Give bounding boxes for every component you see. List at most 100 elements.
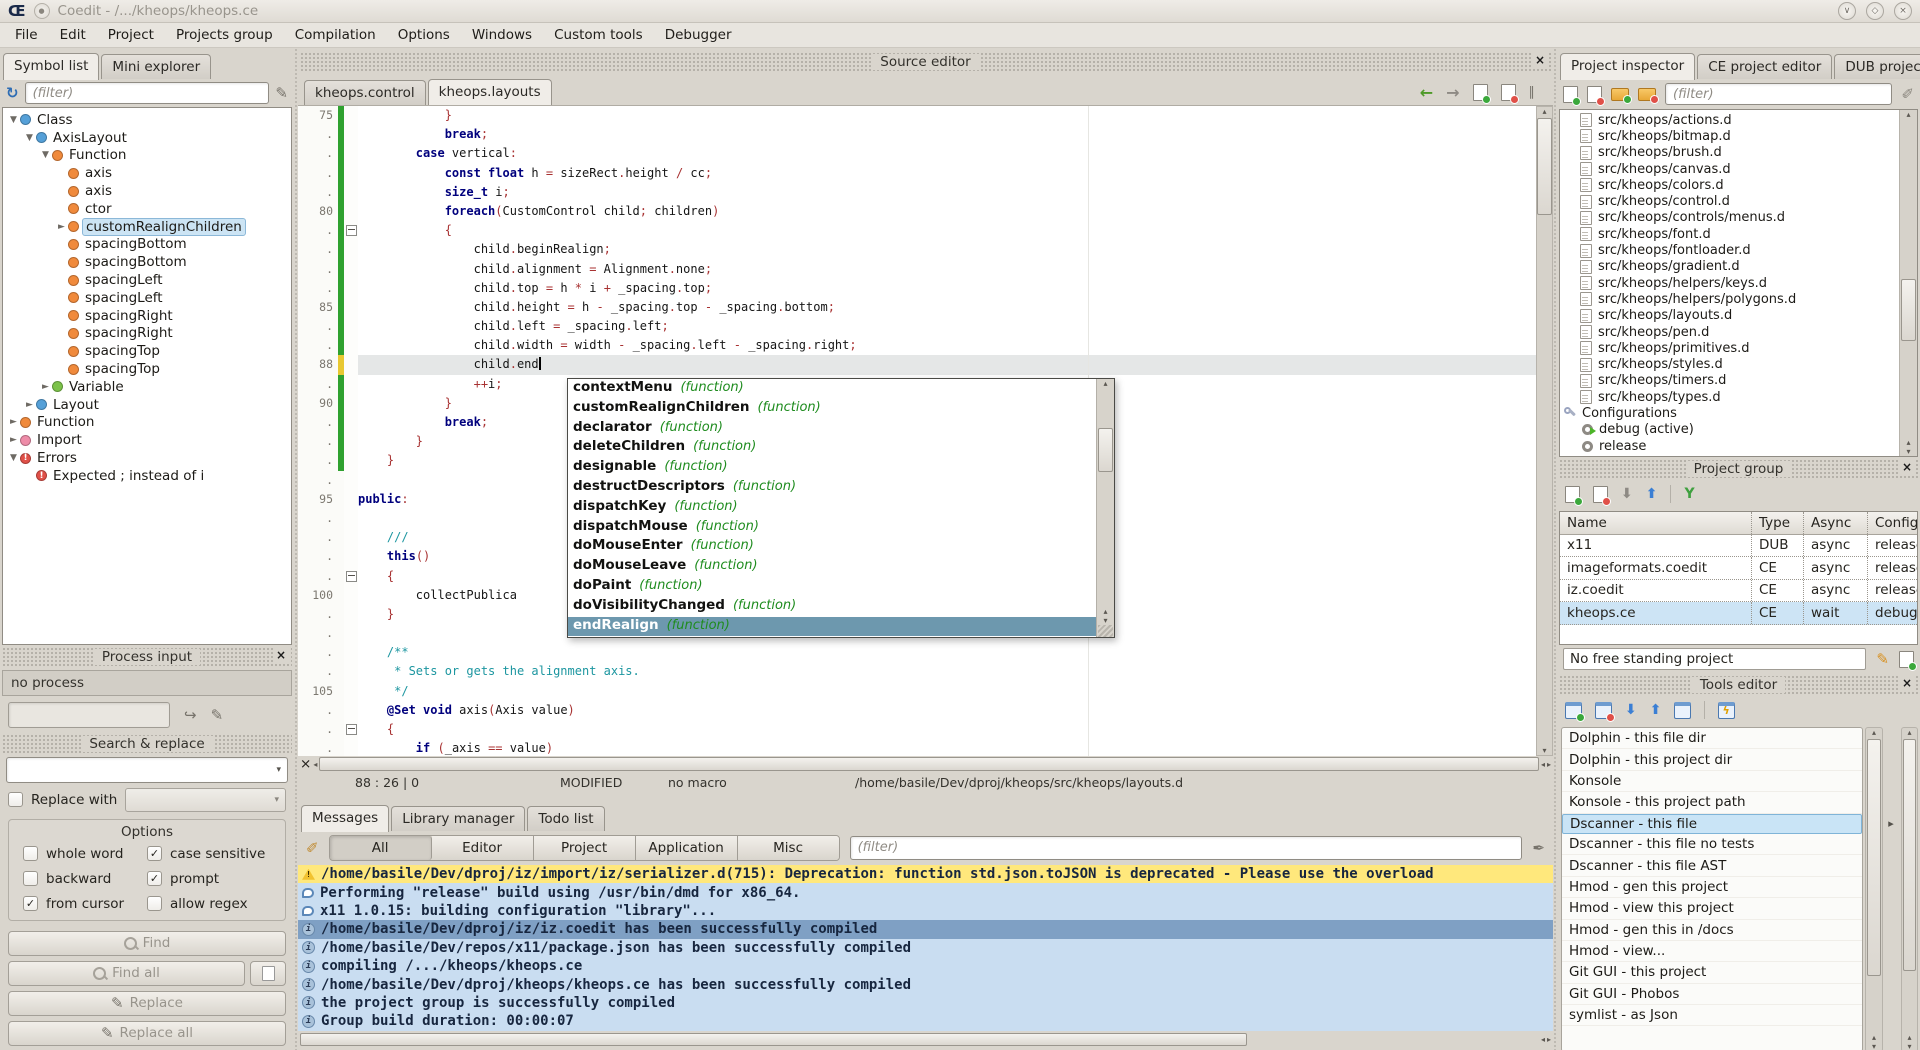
symbol-function[interactable]: ►Function: [3, 414, 291, 432]
scroll-right-icon[interactable]: ▸: [1547, 760, 1551, 769]
find-all-button[interactable]: Find all: [8, 961, 245, 986]
scroll-up-icon[interactable]: ▴: [1907, 1033, 1911, 1042]
scroll-down-icon[interactable]: ▾: [1103, 616, 1107, 625]
symbol-ctor[interactable]: ctor: [3, 200, 291, 218]
add-tool-icon[interactable]: [1565, 702, 1582, 719]
fold-marker-icon[interactable]: [346, 571, 357, 582]
scroll-down-icon[interactable]: ▾: [1872, 1042, 1876, 1050]
expander-closed-icon[interactable]: ►: [23, 400, 36, 410]
completion-item-domouseenter[interactable]: doMouseEnter(function): [568, 537, 1096, 557]
expander-open-icon[interactable]: ▼: [39, 150, 52, 160]
file-src-kheops-gradient-d[interactable]: src/kheops/gradient.d: [1560, 259, 1899, 275]
scroll-up-icon[interactable]: ▴: [1872, 1033, 1876, 1042]
config-debug-active[interactable]: debug (active): [1560, 422, 1899, 438]
scroll-up-icon[interactable]: ▴: [1542, 107, 1546, 116]
file-src-kheops-brush-d[interactable]: src/kheops/brush.d: [1560, 145, 1899, 161]
symbol-spacingbottom[interactable]: spacingBottom: [3, 253, 291, 271]
code-line[interactable]: . child.alignment = Alignment.none;: [298, 260, 1536, 279]
scrollbar-thumb[interactable]: [319, 757, 1539, 771]
scroll-up-icon[interactable]: ▴: [1907, 728, 1911, 737]
file-src-kheops-pen-d[interactable]: src/kheops/pen.d: [1560, 324, 1899, 340]
inspector-filter-input[interactable]: (filter): [1665, 83, 1892, 105]
menu-projects-group[interactable]: Projects group: [165, 25, 284, 45]
symbol-spacingright[interactable]: spacingRight: [3, 325, 291, 343]
file-src-kheops-layouts-d[interactable]: src/kheops/layouts.d: [1560, 308, 1899, 324]
symbol-axis[interactable]: axis: [3, 182, 291, 200]
code-line[interactable]: . child.left = _spacing.left;: [298, 317, 1536, 336]
message-list[interactable]: !/home/basile/Dev/dproj/iz/import/iz/ser…: [298, 865, 1553, 1031]
expander-closed-icon[interactable]: ►: [39, 382, 52, 392]
pen-close-icon[interactable]: ✎: [211, 706, 224, 724]
checkbox-prompt[interactable]: ✓: [147, 871, 162, 886]
menu-debugger[interactable]: Debugger: [654, 25, 743, 45]
file-src-kheops-helpers-keys-d[interactable]: src/kheops/helpers/keys.d: [1560, 275, 1899, 291]
replace-all-button[interactable]: ✎Replace all: [8, 1021, 286, 1046]
move-down-icon[interactable]: ⬇: [1621, 486, 1633, 502]
scroll-right-icon[interactable]: ▸: [1547, 1035, 1551, 1044]
scrollbar-thumb[interactable]: [1901, 279, 1916, 341]
code-line[interactable]: . if (_axis == value): [298, 739, 1536, 756]
symbol-import[interactable]: ►Import: [3, 431, 291, 449]
message-row[interactable]: iGroup build duration: 00:00:07: [298, 1012, 1553, 1030]
message-filter-input[interactable]: (filter): [850, 836, 1523, 860]
build-group-icon[interactable]: Y: [1684, 486, 1694, 502]
run-tool-icon[interactable]: ϟ: [1718, 702, 1735, 719]
maximize-button[interactable]: ◇: [1866, 2, 1884, 20]
project-row-kheops-ce[interactable]: kheops.ceCEwaitdebug: [1560, 602, 1917, 625]
move-up-icon[interactable]: ⬆: [1646, 486, 1658, 502]
code-line[interactable]: . * Sets or gets the alignment axis.: [298, 662, 1536, 681]
completion-item-designable[interactable]: designable(function): [568, 458, 1096, 478]
find-all-list-button[interactable]: [250, 961, 286, 986]
symbol-spacingleft[interactable]: spacingLeft: [3, 271, 291, 289]
completion-item-domouseleave[interactable]: doMouseLeave(function): [568, 557, 1096, 577]
menu-custom-tools[interactable]: Custom tools: [543, 25, 654, 45]
symbol-customrealignchildren[interactable]: ►customRealignChildren: [3, 218, 291, 236]
tools-editor-close-icon[interactable]: ×: [1899, 676, 1915, 690]
completion-item-deletechildren[interactable]: deleteChildren(function): [568, 438, 1096, 458]
symbol-tree[interactable]: ▼Class▼AxisLayout▼Functionaxisaxisctor►c…: [2, 107, 292, 645]
file-src-kheops-actions-d[interactable]: src/kheops/actions.d: [1560, 112, 1899, 128]
symbol-expected-instead-of-i[interactable]: !Expected ; instead of i: [3, 467, 291, 485]
message-row[interactable]: !/home/basile/Dev/dproj/iz/import/iz/ser…: [298, 865, 1553, 883]
project-row-imageformats-coedit[interactable]: imageformats.coeditCEasyncrelease: [1560, 557, 1917, 580]
remove-project-icon[interactable]: [1593, 486, 1608, 503]
tool-dscanner-this-file-no-tests[interactable]: Dscanner - this file no tests: [1562, 834, 1862, 855]
completion-list[interactable]: contextMenu(function)customRealignChildr…: [568, 379, 1096, 637]
scroll-left-icon[interactable]: ◂: [1541, 1035, 1545, 1044]
message-row[interactable]: Performing "release" build using /usr/bi…: [298, 883, 1553, 901]
file-src-kheops-styles-d[interactable]: src/kheops/styles.d: [1560, 356, 1899, 372]
navigate-forward-icon[interactable]: →: [1446, 86, 1459, 100]
file-src-kheops-bitmap-d[interactable]: src/kheops/bitmap.d: [1560, 128, 1899, 144]
add-free-project-icon[interactable]: [1899, 651, 1914, 668]
clear-messages-broom-icon[interactable]: ✐: [306, 839, 319, 857]
messages-horizontal-scrollbar[interactable]: ◂ ▸: [298, 1032, 1553, 1046]
new-document-icon[interactable]: [1473, 84, 1488, 101]
menu-windows[interactable]: Windows: [461, 25, 543, 45]
tab-todo-list[interactable]: Todo list: [527, 806, 604, 831]
completion-item-customrealignchildren[interactable]: customRealignChildren(function): [568, 399, 1096, 419]
tab-library-manager[interactable]: Library manager: [391, 806, 525, 831]
tool-dolphin-this-file-dir[interactable]: Dolphin - this file dir: [1562, 728, 1862, 749]
window-menu-button[interactable]: ●: [34, 3, 50, 19]
scroll-left-icon[interactable]: ◂: [313, 760, 317, 769]
configurations-node[interactable]: Configurations: [1560, 405, 1899, 421]
navigate-back-icon[interactable]: ←: [1420, 86, 1433, 100]
completion-item-dovisibilitychanged[interactable]: doVisibilityChanged(function): [568, 597, 1096, 617]
code-line[interactable]: 88 child.end: [298, 355, 1536, 374]
remove-tool-icon[interactable]: [1595, 702, 1612, 719]
process-input-field[interactable]: [8, 702, 170, 728]
expander-closed-icon[interactable]: ►: [7, 435, 20, 445]
tab-ce-project-editor[interactable]: CE project editor: [1697, 54, 1832, 79]
menu-compilation[interactable]: Compilation: [284, 25, 387, 45]
tool-hmod-gen-this-in-docs[interactable]: Hmod - gen this in /docs: [1562, 920, 1862, 941]
filter-misc[interactable]: Misc: [738, 836, 839, 860]
tool-dscanner-this-file[interactable]: Dscanner - this file: [1562, 814, 1862, 834]
remove-folder-icon[interactable]: [1638, 88, 1656, 101]
menu-edit[interactable]: Edit: [49, 25, 97, 45]
completion-item-dopaint[interactable]: doPaint(function): [568, 577, 1096, 597]
expander-open-icon[interactable]: ▼: [7, 115, 20, 125]
symbol-spacingbottom[interactable]: spacingBottom: [3, 236, 291, 254]
code-line[interactable]: . size_t i;: [298, 183, 1536, 202]
symbol-class[interactable]: ▼Class: [3, 111, 291, 129]
scrollbar-thumb[interactable]: [1537, 118, 1552, 215]
